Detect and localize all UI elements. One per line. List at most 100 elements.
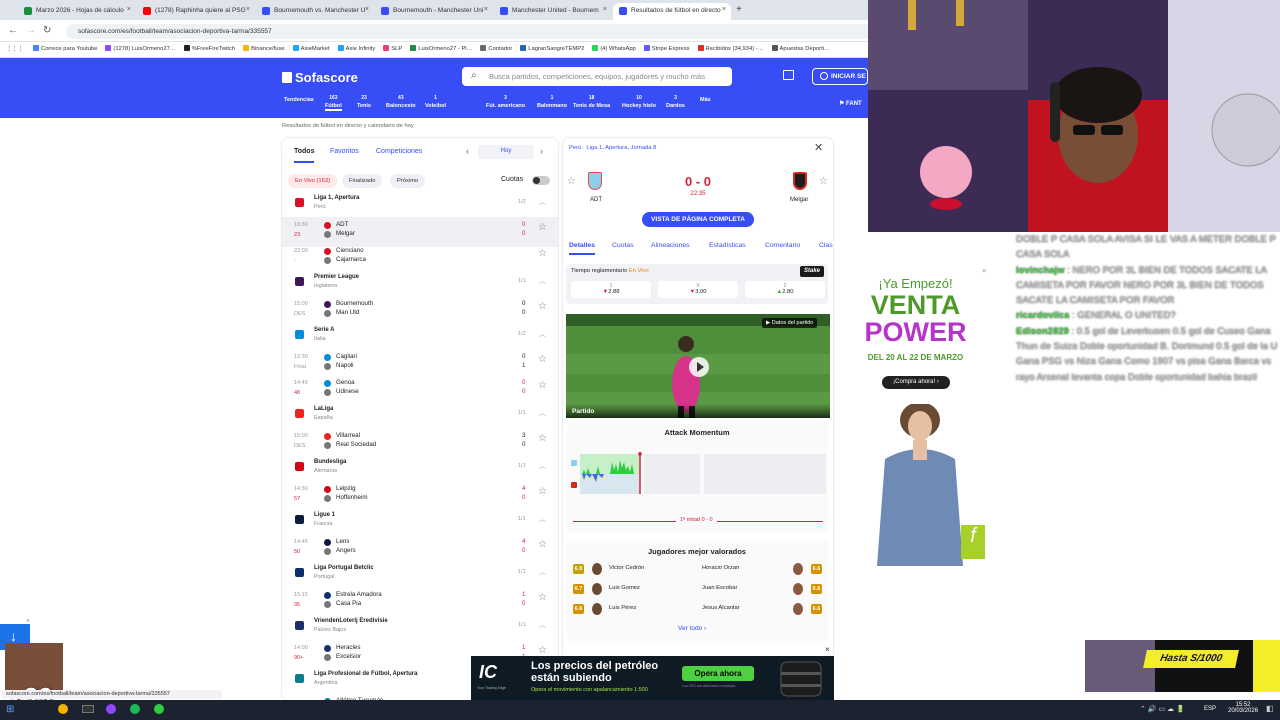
away-team-crest[interactable] xyxy=(793,172,807,190)
tab-close-icon[interactable]: × xyxy=(603,6,607,13)
odds-button-2[interactable]: 2 ▲2.80 xyxy=(745,281,825,298)
gift-icon[interactable] xyxy=(783,70,794,80)
filter-finished[interactable]: Finalizado xyxy=(342,174,383,188)
match-row[interactable]: 14:45 50 Lens Angers 4 0 ☆ xyxy=(282,534,558,564)
league-header[interactable]: Bundesliga Alemania 1/1 ︿ xyxy=(282,459,558,479)
nav-item-4[interactable]: 1 Voleibol xyxy=(425,95,446,109)
keyboard-language[interactable]: ESP xyxy=(1204,706,1216,712)
bookmark-item[interactable]: LuisOrmeno27 - Pl… xyxy=(410,45,472,52)
bookmark-item[interactable]: Contador xyxy=(480,45,512,52)
browser-tab[interactable]: Marzo 2026 - Hojas de cálculo × xyxy=(18,3,136,20)
event-competition[interactable]: Perú · Liga 1, Apertura, Jornada 8 xyxy=(569,145,656,151)
tab-close-icon[interactable]: × xyxy=(722,6,726,13)
event-tab-0[interactable]: Detalles xyxy=(569,242,596,255)
match-row[interactable]: 15:15 35 Estrela Amadora Casa Pia 1 0 ☆ xyxy=(282,587,558,617)
bookmark-item[interactable]: (4) WhatsApp xyxy=(592,45,636,52)
download-close-icon[interactable]: × xyxy=(26,618,30,625)
nav-item-6[interactable]: 1 Balonmano xyxy=(537,95,567,109)
bookmark-item[interactable]: Stripe Express xyxy=(643,45,690,52)
date-picker[interactable]: Hoy xyxy=(478,145,534,159)
browser-tab[interactable]: Resultados de fútbol en directo × xyxy=(613,3,731,20)
full-page-button[interactable]: VISTA DE PÁGINA COMPLETA xyxy=(642,212,754,227)
favorite-star-icon[interactable]: ☆ xyxy=(538,539,547,550)
chat-username[interactable]: Edison2829 xyxy=(1016,326,1069,337)
favorite-star-icon[interactable]: ☆ xyxy=(538,301,547,312)
back-icon[interactable]: ← xyxy=(8,25,18,36)
taskbar-clock[interactable]: 15:52 20/03/2026 xyxy=(1228,702,1258,714)
chevron-up-icon[interactable]: ︿ xyxy=(539,461,546,471)
next-day-icon[interactable]: › xyxy=(540,146,543,156)
player-row[interactable]: 6.6 Luis Pérez Jesus Alcantar 6.6 xyxy=(566,602,828,620)
play-icon[interactable] xyxy=(689,357,709,377)
apps-icon[interactable]: ⋮⋮⋮ xyxy=(6,46,23,52)
favorite-star-icon[interactable]: ☆ xyxy=(538,354,547,365)
see-all-link[interactable]: Ver todo › xyxy=(678,625,706,632)
falabella-ad[interactable]: ¡Ya Empezó! VENTA POWER DEL 20 AL 22 DE … xyxy=(841,268,990,566)
chevron-up-icon[interactable]: ︿ xyxy=(539,514,546,524)
favorite-star-icon[interactable]: ☆ xyxy=(538,592,547,603)
nav-item-7[interactable]: 18 Tenis de Mesa xyxy=(573,95,610,109)
chrome-taskbar-icon[interactable] xyxy=(58,704,68,714)
home-player-name[interactable]: Victor Cedrón xyxy=(609,565,644,571)
league-header[interactable]: Ligue 1 Francia 1/1 ︿ xyxy=(282,512,558,532)
home-player-name[interactable]: Luis Gomez xyxy=(609,585,640,591)
chevron-up-icon[interactable]: ︿ xyxy=(539,197,546,207)
match-data-button[interactable]: ▶ Datos del partido xyxy=(762,318,818,328)
reload-icon[interactable]: ↻ xyxy=(43,25,51,36)
ic-markets-ad[interactable]: IC Your Trading Edge Los precios del pet… xyxy=(471,656,834,700)
player-row[interactable]: 6.9 Victor Cedrón Horacio Orzan 6.6 xyxy=(566,562,828,580)
new-tab-button[interactable]: + xyxy=(736,4,742,15)
tab-close-icon[interactable]: × xyxy=(365,6,369,13)
favorite-star-icon[interactable]: ☆ xyxy=(538,433,547,444)
fantasy-link[interactable]: ⚑ FANT xyxy=(839,100,862,107)
league-header[interactable]: VriendenLoterij Eredivisie Países Bajos 1/… xyxy=(282,618,558,638)
event-tab-2[interactable]: Alineaciones xyxy=(651,242,690,249)
browser-tab[interactable]: Bournemouth - Manchester Uni × xyxy=(375,3,493,20)
match-row[interactable]: 15:00 DES Bournemouth Man Utd 0 0 ☆ xyxy=(282,296,558,326)
event-tab-3[interactable]: Estadísticas xyxy=(709,242,746,249)
login-button[interactable]: INICIAR SE xyxy=(812,68,868,85)
browser-tab[interactable]: (1278) Raphinha quiere al PSG × xyxy=(137,3,255,20)
ad-cta[interactable]: ¡Compra ahora! › xyxy=(882,376,950,389)
match-row[interactable]: 22:00 - Cienciano Cajamarca ☆ xyxy=(282,243,558,273)
league-header[interactable]: Liga 1, Apertura Perú 1/2 ︿ xyxy=(282,195,558,215)
event-tab-4[interactable]: Comentario xyxy=(765,242,800,249)
bottom-ad-close-icon[interactable]: × xyxy=(825,645,830,654)
league-header[interactable]: Premier League Inglaterra 1/1 ︿ xyxy=(282,274,558,294)
filter-live[interactable]: En Vivo (163) xyxy=(288,174,338,188)
bookmark-item[interactable]: SLP xyxy=(383,45,402,52)
home-team-crest[interactable] xyxy=(588,172,602,190)
nav-item-10[interactable]: Más xyxy=(700,95,711,103)
bookmark-item[interactable]: AxieMarket xyxy=(292,45,330,52)
bookmark-item[interactable]: (1278) LuisOrmeno27… xyxy=(105,45,176,52)
bookmark-item[interactable]: Axie Infinity xyxy=(337,45,375,52)
league-header[interactable]: LaLiga España 1/1 ︿ xyxy=(282,406,558,426)
away-team-name[interactable]: Melgar xyxy=(790,197,808,203)
favorite-star-icon[interactable]: ☆ xyxy=(538,486,547,497)
notifications-icon[interactable]: ◧ xyxy=(1266,704,1274,713)
nav-item-9[interactable]: 3 Dardos xyxy=(666,95,685,109)
tab-favoritos[interactable]: Favoritos xyxy=(330,148,359,155)
odds-toggle[interactable] xyxy=(532,176,550,185)
league-header[interactable]: Liga Portugal Betclic Portugal 1/1 ︿ xyxy=(282,565,558,585)
terminal-taskbar-icon[interactable] xyxy=(82,705,94,713)
spotify-taskbar-icon[interactable] xyxy=(130,704,140,714)
nav-item-0[interactable]: Tendencias xyxy=(284,95,314,103)
home-player-name[interactable]: Luis Pérez xyxy=(609,605,636,611)
start-icon[interactable]: ⊞ xyxy=(6,704,14,715)
tab-todos[interactable]: Todos xyxy=(294,148,315,163)
player-row[interactable]: 6.7 Luis Gomez Juan Escobar 6.6 xyxy=(566,582,828,600)
tab-close-icon[interactable]: × xyxy=(246,6,250,13)
chevron-up-icon[interactable]: ︿ xyxy=(539,408,546,418)
match-row[interactable]: 15:00 DES Villarreal Real Sociedad 3 0 ☆ xyxy=(282,428,558,458)
tray-icons[interactable]: ⌃ 🔊 ▭ ☁ 🔋 xyxy=(1140,705,1185,713)
close-icon[interactable]: ✕ xyxy=(814,141,823,154)
event-tab-5[interactable]: Clas xyxy=(819,242,833,249)
chevron-up-icon[interactable]: ︿ xyxy=(539,567,546,577)
bookmark-item[interactable]: Recibidos (34,934) -… xyxy=(697,45,764,52)
tab-close-icon[interactable]: × xyxy=(127,6,131,13)
forward-icon[interactable]: → xyxy=(26,25,36,36)
away-favorite-star-icon[interactable]: ☆ xyxy=(819,176,828,187)
twitch-taskbar-icon[interactable] xyxy=(106,704,116,714)
favorite-star-icon[interactable]: ☆ xyxy=(538,645,547,656)
